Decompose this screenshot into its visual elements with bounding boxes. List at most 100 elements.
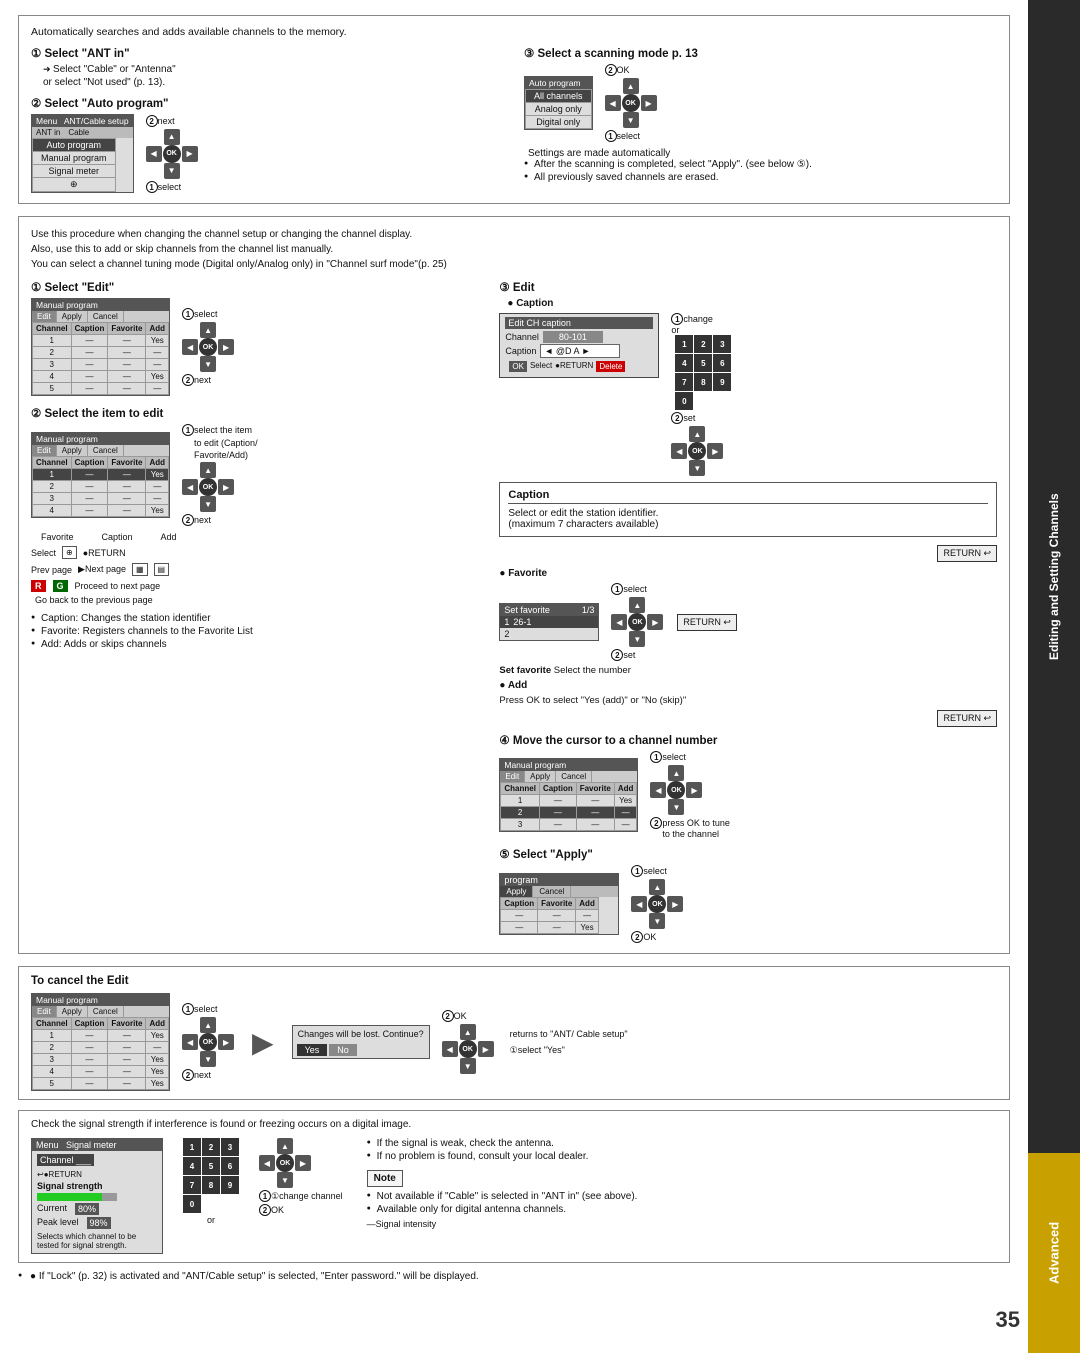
key-9[interactable]: 9 bbox=[713, 373, 731, 391]
right-e2[interactable]: ▶ bbox=[218, 479, 234, 495]
no-btn[interactable]: No bbox=[329, 1044, 357, 1056]
nav-cluster-sig[interactable]: ▲ ◀ OK ▶ ▼ bbox=[259, 1138, 311, 1188]
apply-tab2[interactable]: Apply bbox=[57, 445, 88, 456]
return-button-fav[interactable]: RETURN ↩ bbox=[677, 614, 737, 631]
nav-cluster-s4[interactable]: ▲ ◀ OK ▶ ▼ bbox=[650, 765, 702, 815]
up-cap[interactable]: ▲ bbox=[689, 426, 705, 442]
up-s5[interactable]: ▲ bbox=[649, 879, 665, 895]
green-button[interactable]: G bbox=[53, 580, 68, 592]
cancel-tab4[interactable]: Cancel bbox=[556, 771, 592, 782]
down-cc[interactable]: ▼ bbox=[200, 1051, 216, 1067]
left-cap[interactable]: ◀ bbox=[671, 443, 687, 459]
sig-key-1[interactable]: 1 bbox=[183, 1138, 201, 1156]
left-ccd[interactable]: ◀ bbox=[442, 1041, 458, 1057]
ok-fav[interactable]: OK bbox=[628, 613, 646, 631]
key-7[interactable]: 7 bbox=[675, 373, 693, 391]
cancel-tab2[interactable]: Cancel bbox=[88, 445, 124, 456]
nav-cluster-fav[interactable]: ▲ ◀ OK ▶ ▼ bbox=[611, 597, 663, 647]
up-e2[interactable]: ▲ bbox=[200, 462, 216, 478]
down-arrow[interactable]: ▼ bbox=[164, 163, 180, 179]
nav-cluster-cap[interactable]: ▲ ◀ OK ▶ ▼ bbox=[671, 426, 723, 476]
ok-e1[interactable]: OK bbox=[199, 338, 217, 356]
del-btn[interactable]: Delete bbox=[596, 361, 625, 372]
key-5[interactable]: 5 bbox=[694, 354, 712, 372]
left-cc[interactable]: ◀ bbox=[182, 1034, 198, 1050]
ok-ccd[interactable]: OK bbox=[459, 1040, 477, 1058]
right-e1[interactable]: ▶ bbox=[218, 339, 234, 355]
sig-key-6[interactable]: 6 bbox=[221, 1157, 239, 1175]
down-sig[interactable]: ▼ bbox=[277, 1172, 293, 1188]
key-3[interactable]: 3 bbox=[713, 335, 731, 353]
ok-s5[interactable]: OK bbox=[648, 895, 666, 913]
right-arrow[interactable]: ▶ bbox=[182, 146, 198, 162]
apply-tab4[interactable]: Apply bbox=[525, 771, 556, 782]
sig-key-5[interactable]: 5 bbox=[202, 1157, 220, 1175]
right-arrow3[interactable]: ▶ bbox=[641, 95, 657, 111]
sig-key-2[interactable]: 2 bbox=[202, 1138, 220, 1156]
cancel-tab[interactable]: Cancel bbox=[88, 311, 124, 322]
key-8[interactable]: 8 bbox=[694, 373, 712, 391]
left-arrow3[interactable]: ◀ bbox=[605, 95, 621, 111]
left-e2[interactable]: ◀ bbox=[182, 479, 198, 495]
sig-key-4[interactable]: 4 bbox=[183, 1157, 201, 1175]
right-sig[interactable]: ▶ bbox=[295, 1155, 311, 1171]
left-s5[interactable]: ◀ bbox=[631, 896, 647, 912]
down-fav[interactable]: ▼ bbox=[629, 631, 645, 647]
left-s4[interactable]: ◀ bbox=[650, 782, 666, 798]
nav-cluster-e2[interactable]: ▲ ◀ OK ▶ ▼ bbox=[182, 462, 234, 512]
down-e1[interactable]: ▼ bbox=[200, 356, 216, 372]
ok-button3[interactable]: OK bbox=[622, 94, 640, 112]
key-1[interactable]: 1 bbox=[675, 335, 693, 353]
left-e1[interactable]: ◀ bbox=[182, 339, 198, 355]
ok-e2[interactable]: OK bbox=[199, 478, 217, 496]
nav-cluster-s5[interactable]: ▲ ◀ OK ▶ ▼ bbox=[631, 879, 683, 929]
right-s4[interactable]: ▶ bbox=[686, 782, 702, 798]
nav-cluster-step2[interactable]: ▲ ◀ OK ▶ ▼ bbox=[146, 129, 198, 179]
down-cap[interactable]: ▼ bbox=[689, 460, 705, 476]
sig-key-9[interactable]: 9 bbox=[221, 1176, 239, 1194]
edit-tab4[interactable]: Edit bbox=[500, 771, 525, 782]
ok-cc[interactable]: OK bbox=[199, 1033, 217, 1051]
down-arrow3[interactable]: ▼ bbox=[623, 112, 639, 128]
up-fav[interactable]: ▲ bbox=[629, 597, 645, 613]
left-arrow[interactable]: ◀ bbox=[146, 146, 162, 162]
key-2[interactable]: 2 bbox=[694, 335, 712, 353]
return-button[interactable]: RETURN ↩ bbox=[937, 545, 997, 562]
apply-tab[interactable]: Apply bbox=[57, 311, 88, 322]
return-button-add[interactable]: RETURN ↩ bbox=[937, 710, 997, 727]
left-sig[interactable]: ◀ bbox=[259, 1155, 275, 1171]
edit-tab2[interactable]: Edit bbox=[32, 445, 57, 456]
ok-button[interactable]: OK bbox=[163, 145, 181, 163]
up-cc[interactable]: ▲ bbox=[200, 1017, 216, 1033]
cancel-edit-tab[interactable]: Edit bbox=[32, 1006, 57, 1017]
yes-btn[interactable]: Yes bbox=[297, 1044, 328, 1056]
nav-cluster-e1[interactable]: ▲ ◀ OK ▶ ▼ bbox=[182, 322, 234, 372]
left-fav[interactable]: ◀ bbox=[611, 614, 627, 630]
key-6[interactable]: 6 bbox=[713, 354, 731, 372]
cancel-cancel-tab[interactable]: Cancel bbox=[88, 1006, 124, 1017]
down-s4[interactable]: ▼ bbox=[668, 799, 684, 815]
up-ccd[interactable]: ▲ bbox=[460, 1024, 476, 1040]
down-s5[interactable]: ▼ bbox=[649, 913, 665, 929]
nav-cluster-cc[interactable]: ▲ ◀ OK ▶ ▼ bbox=[182, 1017, 234, 1067]
ok-sig[interactable]: OK bbox=[276, 1154, 294, 1172]
nav-cluster-step3[interactable]: ▲ ◀ OK ▶ ▼ bbox=[605, 78, 657, 128]
sig-key-0[interactable]: 0 bbox=[183, 1195, 201, 1213]
down-e2[interactable]: ▼ bbox=[200, 496, 216, 512]
sig-key-8[interactable]: 8 bbox=[202, 1176, 220, 1194]
up-s4[interactable]: ▲ bbox=[668, 765, 684, 781]
key-0[interactable]: 0 bbox=[675, 392, 693, 410]
up-sig[interactable]: ▲ bbox=[277, 1138, 293, 1154]
red-button[interactable]: R bbox=[31, 580, 46, 592]
nav-cluster-ccd[interactable]: ▲ ◀ OK ▶ ▼ bbox=[442, 1024, 494, 1074]
ok-cap[interactable]: OK bbox=[688, 442, 706, 460]
up-e1[interactable]: ▲ bbox=[200, 322, 216, 338]
cancel-tab-btn[interactable]: Cancel bbox=[533, 886, 571, 897]
sig-key-3[interactable]: 3 bbox=[221, 1138, 239, 1156]
right-fav[interactable]: ▶ bbox=[647, 614, 663, 630]
right-s5[interactable]: ▶ bbox=[667, 896, 683, 912]
down-ccd[interactable]: ▼ bbox=[460, 1058, 476, 1074]
ok-s4[interactable]: OK bbox=[667, 781, 685, 799]
right-cap[interactable]: ▶ bbox=[707, 443, 723, 459]
apply-tab-btn[interactable]: Apply bbox=[500, 886, 533, 897]
